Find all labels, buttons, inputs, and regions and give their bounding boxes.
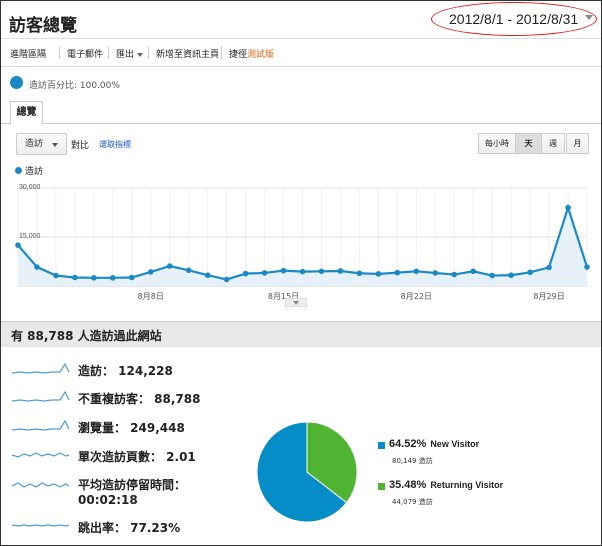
advanced-segments-button[interactable]: 進階區隔	[10, 47, 46, 60]
data-point	[185, 267, 192, 274]
data-point	[451, 271, 458, 278]
data-point	[508, 272, 514, 279]
data-point	[91, 275, 97, 281]
tab-bar: 總覽	[1, 101, 601, 125]
series-legend-dot	[15, 167, 22, 174]
divider	[59, 46, 60, 59]
data-point	[584, 264, 590, 270]
y-tick-label: 15,000	[19, 233, 41, 240]
name-returning-visitor: Returning Visitor	[430, 480, 504, 490]
visitor-type-pie-chart	[256, 421, 358, 523]
data-point	[223, 276, 230, 283]
count-returning-visitor: 44,079 造訪	[392, 498, 433, 506]
metric-value-avg-duration: 00:02:18	[78, 493, 138, 507]
divider	[221, 46, 222, 59]
shortcut-label: 捷徑	[229, 50, 248, 60]
chevron-down-icon	[52, 143, 58, 147]
toolbar: 進階區隔 電子郵件 匯出 新增至資訊主頁 捷徑測試版	[1, 39, 601, 67]
data-point	[546, 264, 552, 271]
data-point	[261, 270, 268, 276]
chevron-down-icon	[293, 301, 299, 305]
pct-returning-visitor: 35.48%	[389, 479, 427, 491]
sparkline-bounce-rate	[12, 524, 70, 527]
metric-dropdown[interactable]: 造訪	[16, 133, 67, 155]
date-range-picker[interactable]: 2012/8/1 - 2012/8/31	[449, 11, 578, 27]
divider	[108, 46, 109, 59]
tab-overview[interactable]: 總覽	[10, 101, 43, 125]
metric-label-pages-per-visit: 單次造訪頁數： 2.01	[78, 450, 196, 464]
data-point	[432, 270, 439, 276]
data-point	[166, 263, 173, 269]
select-metric-link[interactable]: 選取指標	[99, 139, 131, 150]
metric-label-avg-duration: 平均造訪停留時間：	[78, 478, 187, 492]
email-button[interactable]: 電子郵件	[67, 47, 103, 60]
visits-line-chart: 30,00015,0008月8日 8月15日 8月22日 8月29日	[15, 184, 590, 301]
data-point	[72, 274, 78, 281]
summary-headline: 有 88,788 人造訪過此網站	[11, 329, 162, 343]
sparkline-visits	[12, 362, 70, 374]
name-new-visitor: New Visitor	[430, 439, 480, 449]
count-new-visitor: 80,149 造訪	[392, 457, 433, 465]
legend-new-visitor: 64.52% New Visitor	[389, 438, 479, 450]
data-point	[527, 269, 533, 276]
beta-badge: 測試版	[247, 50, 275, 60]
divider	[148, 46, 149, 59]
metric-dropdown-label: 造訪	[25, 139, 44, 149]
data-point	[280, 267, 287, 274]
data-point	[53, 272, 59, 279]
x-tick-label: 8月8日	[138, 292, 164, 301]
granularity-week-button[interactable]: 週	[541, 133, 565, 154]
data-point	[356, 270, 363, 277]
metric-label-bounce-rate: 跳出率： 77.23%	[78, 521, 181, 535]
data-point	[375, 271, 382, 277]
chevron-down-icon[interactable]	[585, 15, 593, 20]
sparkline-pageviews	[12, 419, 70, 431]
data-point	[34, 264, 40, 270]
export-button[interactable]: 匯出	[116, 47, 144, 60]
data-point	[242, 270, 249, 277]
granularity-day-button[interactable]: 天	[515, 133, 542, 154]
pct-new-visitor: 64.52%	[389, 438, 427, 450]
metric-label-unique-visitors: 不重複訪客： 88,788	[78, 392, 201, 406]
chart-collapse-handle[interactable]	[285, 298, 307, 307]
vs-label: 對比	[71, 141, 90, 151]
sparkline-unique-visitors	[12, 390, 70, 402]
data-point	[204, 272, 211, 279]
data-point	[110, 275, 116, 281]
granularity-month-button[interactable]: 月	[566, 133, 589, 154]
x-tick-label: 8月22日	[401, 292, 432, 301]
summary-header: 有 88,788 人造訪過此網站	[1, 321, 601, 347]
metric-label-pageviews: 瀏覽量： 249,448	[78, 421, 185, 435]
y-tick-label: 30,000	[19, 184, 41, 191]
segment-row: 造訪百分比: 100.00%	[1, 70, 601, 94]
sparkline-pages-per-visit	[12, 452, 70, 458]
add-to-dashboard-button[interactable]: 新增至資訊主頁	[156, 47, 219, 60]
metric-label-visits: 造訪： 124,228	[78, 364, 173, 378]
data-point	[470, 268, 477, 275]
data-point	[147, 269, 154, 275]
shortcut-button[interactable]: 捷徑測試版	[229, 47, 274, 60]
legend-swatch-new-visitor	[378, 442, 385, 449]
data-point	[565, 204, 571, 211]
sparkline-avg-duration	[12, 482, 70, 488]
series-legend-label: 造訪	[25, 167, 44, 177]
export-label: 匯出	[116, 50, 135, 60]
data-point	[299, 268, 306, 275]
data-point	[15, 242, 21, 248]
x-tick-label: 8月29日	[533, 292, 564, 301]
data-point	[394, 269, 401, 276]
data-point	[129, 274, 135, 281]
granularity-hourly-button[interactable]: 每小時	[478, 133, 516, 154]
chevron-down-icon	[137, 52, 144, 57]
data-point	[318, 268, 325, 275]
segment-percentage: 造訪百分比: 100.00%	[29, 81, 120, 91]
data-point	[337, 268, 344, 274]
legend-returning-visitor: 35.48% Returning Visitor	[389, 479, 503, 491]
data-point	[413, 268, 420, 275]
data-point	[489, 272, 495, 279]
segment-pie-icon	[10, 76, 23, 89]
legend-swatch-returning-visitor	[378, 483, 385, 490]
page-title: 訪客總覽	[9, 16, 77, 36]
